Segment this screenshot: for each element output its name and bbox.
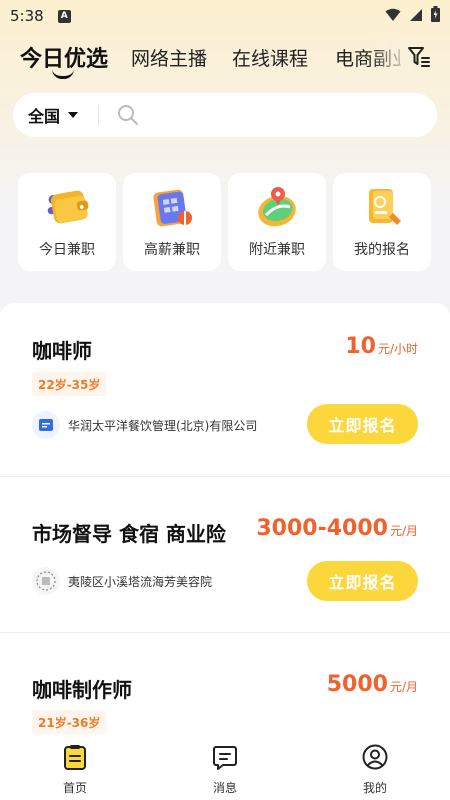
search-icon <box>117 104 139 126</box>
bottom-nav: 首页 消息 我的 <box>0 743 450 800</box>
shortcut-label: 我的报名 <box>354 242 410 258</box>
shortcut-high-pay[interactable]: 高薪兼职 <box>123 173 221 271</box>
nav-messages[interactable]: 消息 <box>150 743 300 800</box>
region-selector[interactable]: 全国 <box>28 103 79 127</box>
search-bar: 全国 <box>13 93 437 137</box>
battery-icon <box>431 6 440 26</box>
salary-amount: 10 <box>345 334 376 359</box>
wifi-icon <box>385 7 401 26</box>
status-bar: 5:38 A <box>0 0 450 32</box>
tabs-fade <box>370 38 410 78</box>
company-logo-icon <box>32 567 60 595</box>
profile-icon <box>361 743 389 771</box>
salary-amount: 3000-4000 <box>256 516 388 541</box>
shortcut-my-applications[interactable]: 我的报名 <box>333 173 431 271</box>
job-salary: 3000-4000 元/月 <box>256 516 418 541</box>
tab-online-courses[interactable]: 在线课程 <box>232 44 308 71</box>
salary-amount: 5000 <box>326 672 388 697</box>
region-label: 全国 <box>28 107 61 126</box>
category-tabs: 今日优选 网络主播 在线课程 电商副业 <box>0 38 450 86</box>
shortcut-label: 高薪兼职 <box>144 242 200 258</box>
home-icon <box>61 743 89 771</box>
job-title: 市场督导 食宿 商业险 <box>32 522 226 546</box>
category-shortcuts: 今日兼职 高薪兼职 附近兼职 我的报名 <box>18 173 431 271</box>
filter-button[interactable] <box>406 44 432 70</box>
salary-unit: 元/小时 <box>377 342 418 356</box>
document-icon <box>359 185 405 229</box>
age-tag: 22岁-35岁 <box>32 372 107 396</box>
shortcut-label: 附近兼职 <box>249 242 305 258</box>
age-tag: 21岁-36岁 <box>32 710 107 734</box>
shortcut-nearby[interactable]: 附近兼职 <box>228 173 326 271</box>
company-info: 华润太平洋餐饮管理(北京)有限公司 <box>32 411 257 439</box>
filter-icon <box>408 47 430 67</box>
job-card[interactable]: 咖啡师 10 元/小时 22岁-35岁 华润太平洋餐饮管理(北京)有限公司 立即… <box>0 303 450 476</box>
job-salary: 5000 元/月 <box>327 672 418 697</box>
message-icon <box>211 743 239 771</box>
apply-button[interactable]: 立即报名 <box>307 404 418 444</box>
apply-button[interactable]: 立即报名 <box>307 561 418 601</box>
status-time: 5:38 <box>10 7 44 25</box>
search-divider <box>98 105 100 125</box>
nav-label: 首页 <box>62 781 87 795</box>
notification-icon: A <box>57 9 71 23</box>
active-tab-indicator <box>52 69 74 79</box>
salary-unit: 元/月 <box>389 524 418 538</box>
search-input[interactable] <box>149 106 437 124</box>
nav-profile[interactable]: 我的 <box>300 743 450 800</box>
company-info: 夷陵区小溪塔流海芳美容院 <box>32 567 212 595</box>
job-card[interactable]: 咖啡制作师 5000 元/月 21岁-36岁 <box>0 633 450 743</box>
company-logo-icon <box>32 411 60 439</box>
job-salary: 10 元/小时 <box>345 334 418 359</box>
nav-label: 我的 <box>362 781 387 795</box>
job-title: 咖啡师 <box>32 339 92 363</box>
map-pin-icon <box>254 185 300 229</box>
salary-unit: 元/月 <box>389 680 418 694</box>
calendar-money-icon <box>149 185 195 229</box>
job-card[interactable]: 市场督导 食宿 商业险 3000-4000 元/月 夷陵区小溪塔流海芳美容院 立… <box>0 477 450 633</box>
company-name: 华润太平洋餐饮管理(北京)有限公司 <box>68 418 258 433</box>
wallet-icon <box>44 185 90 229</box>
job-list: 咖啡师 10 元/小时 22岁-35岁 华润太平洋餐饮管理(北京)有限公司 立即… <box>0 303 450 743</box>
tab-live-streamer[interactable]: 网络主播 <box>131 44 207 71</box>
company-name: 夷陵区小溪塔流海芳美容院 <box>68 574 213 589</box>
nav-home[interactable]: 首页 <box>0 743 150 800</box>
caret-down-icon <box>68 112 79 118</box>
signal-icon <box>409 7 423 26</box>
job-title: 咖啡制作师 <box>32 678 132 702</box>
nav-label: 消息 <box>212 781 237 795</box>
shortcut-today-parttime[interactable]: 今日兼职 <box>18 173 116 271</box>
shortcut-label: 今日兼职 <box>39 242 95 258</box>
